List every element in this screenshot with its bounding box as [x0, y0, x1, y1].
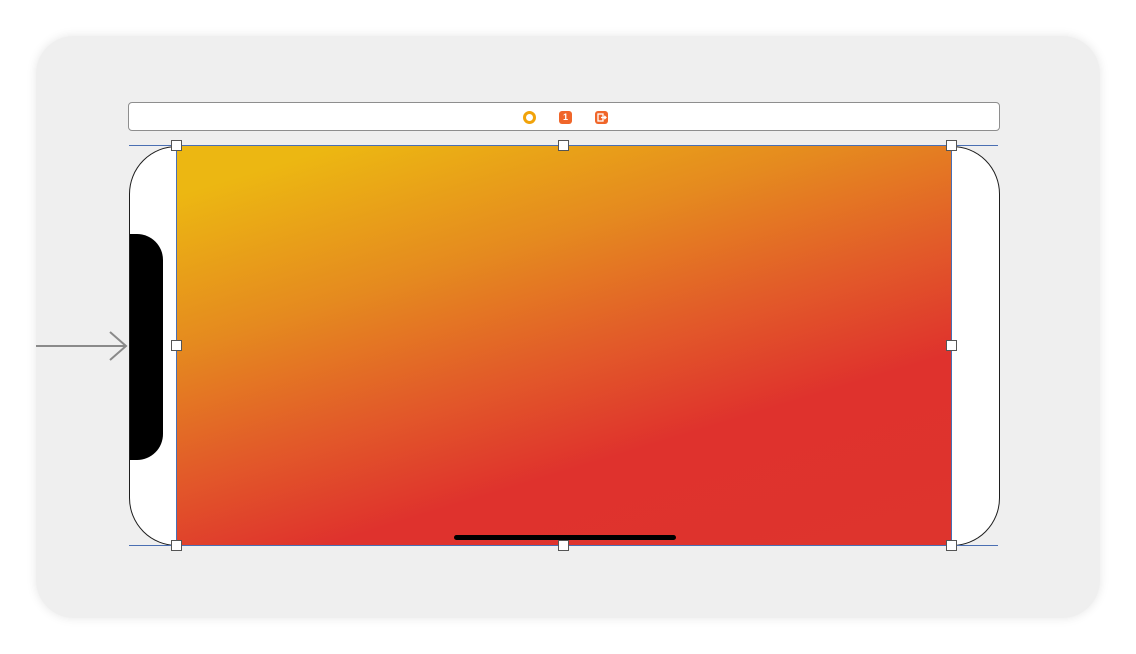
scene-dock: 1 — [128, 102, 1000, 131]
device-notch — [130, 234, 163, 460]
resize-handle-bottom-left[interactable] — [171, 540, 182, 551]
first-responder-icon[interactable]: 1 — [559, 111, 572, 124]
resize-handle-bottom-right[interactable] — [946, 540, 957, 551]
resize-handle-right[interactable] — [946, 340, 957, 351]
resize-handle-left[interactable] — [171, 340, 182, 351]
resize-handle-top-left[interactable] — [171, 140, 182, 151]
gradient-view[interactable] — [176, 145, 952, 545]
resize-handle-top[interactable] — [558, 140, 569, 151]
exit-icon[interactable] — [595, 111, 608, 124]
resize-handle-bottom[interactable] — [558, 540, 569, 551]
view-controller-icon[interactable] — [523, 111, 536, 124]
initial-entry-arrow-icon — [36, 331, 128, 361]
resize-handle-top-right[interactable] — [946, 140, 957, 151]
